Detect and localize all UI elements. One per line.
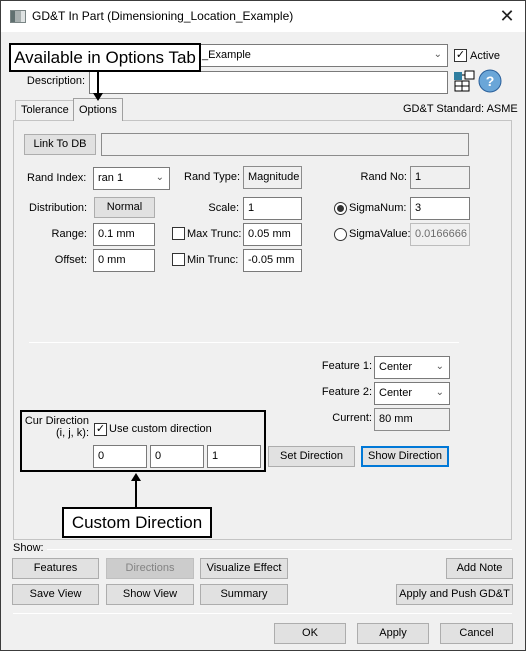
add-note-button[interactable]: Add Note (446, 558, 513, 579)
options-callout-arrow-line (97, 72, 99, 94)
rand-type-label: Rand Type: (184, 171, 241, 183)
gdt-standard-label: GD&T Standard: ASME (403, 103, 518, 115)
max-trunc-checkbox[interactable] (172, 227, 185, 240)
options-tab-callout: Available in Options Tab (9, 43, 201, 72)
title-bar: GD&T In Part (Dimensioning_Location_Exam… (1, 1, 525, 32)
checkmark-icon: ✓ (455, 49, 466, 61)
window-title: GD&T In Part (Dimensioning_Location_Exam… (32, 9, 294, 23)
sigma-num-label: SigmaNum: (349, 202, 407, 214)
scale-input[interactable]: 1 (243, 197, 302, 220)
show-view-button[interactable]: Show View (106, 584, 194, 605)
feature2-label: Feature 2: (321, 386, 372, 398)
summary-button[interactable]: Summary (200, 584, 288, 605)
gdt-name-value: _Example (202, 49, 251, 61)
apply-button[interactable]: Apply (357, 623, 429, 644)
close-icon[interactable]: ✕ (495, 5, 519, 27)
options-separator (29, 342, 459, 343)
rand-index-value: ran 1 (98, 172, 124, 184)
tab-tolerance[interactable]: Tolerance (15, 100, 75, 121)
cancel-button[interactable]: Cancel (440, 623, 513, 644)
feature1-value: Center (379, 361, 413, 373)
feature1-label: Feature 1: (321, 360, 372, 372)
gdt-symbol-icon[interactable] (453, 69, 477, 93)
show-label: Show: (13, 542, 44, 554)
set-direction-button[interactable]: Set Direction (268, 446, 355, 467)
current-label: Current: (332, 412, 372, 424)
link-to-db-field (101, 133, 469, 156)
chevron-down-icon: ⌄ (433, 49, 442, 60)
link-to-db-button[interactable]: Link To DB (24, 134, 96, 155)
min-trunc-checkbox[interactable] (172, 253, 185, 266)
svg-text:?: ? (486, 73, 495, 89)
show-direction-button[interactable]: Show Direction (361, 446, 449, 467)
app-icon (10, 10, 26, 23)
feature2-value: Center (379, 387, 413, 399)
feature2-select[interactable]: Center ⌄ (374, 382, 450, 405)
apply-and-push-button[interactable]: Apply and Push GD&T (396, 584, 513, 605)
chevron-down-icon: ⌄ (155, 172, 164, 183)
gdt-dialog: GD&T In Part (Dimensioning_Location_Exam… (0, 0, 526, 651)
min-trunc-label: Min Trunc: (187, 254, 239, 266)
save-view-button[interactable]: Save View (12, 584, 99, 605)
description-input[interactable] (89, 71, 448, 94)
active-label: Active (470, 50, 500, 62)
chevron-down-icon: ⌄ (435, 387, 444, 398)
active-checkbox[interactable]: ✓ (454, 49, 467, 62)
ok-button[interactable]: OK (274, 623, 346, 644)
range-label: Range: (51, 228, 87, 240)
feature1-select[interactable]: Center ⌄ (374, 356, 450, 379)
scale-label: Scale: (208, 202, 239, 214)
footer-separator (13, 613, 512, 614)
show-separator (47, 549, 512, 550)
distribution-label: Distribution: (29, 202, 88, 214)
directions-button: Directions (106, 558, 194, 579)
custom-direction-highlight (20, 410, 266, 472)
tab-options[interactable]: Options (73, 98, 123, 121)
offset-label: Offset: (54, 254, 87, 266)
sigma-value-input: 0.0166666 (410, 223, 470, 246)
offset-input[interactable]: 0 mm (93, 249, 155, 272)
help-icon[interactable]: ? (478, 69, 502, 93)
min-trunc-input[interactable]: -0.05 mm (243, 249, 302, 272)
custom-direction-arrow-line (135, 480, 137, 508)
rand-no-label: Rand No: (360, 171, 407, 183)
rand-no-field: 1 (410, 166, 470, 189)
visualize-effect-button[interactable]: Visualize Effect (200, 558, 288, 579)
sigma-num-radio[interactable] (334, 202, 347, 215)
max-trunc-label: Max Trunc: (187, 228, 242, 240)
rand-type-field: Magnitude (243, 166, 302, 189)
rand-index-label: Rand Index: (27, 172, 87, 184)
description-label: Description: (26, 75, 85, 87)
sigma-value-radio[interactable] (334, 228, 347, 241)
options-callout-arrowhead (93, 93, 103, 101)
features-button[interactable]: Features (12, 558, 99, 579)
distribution-button[interactable]: Normal (94, 197, 155, 218)
max-trunc-input[interactable]: 0.05 mm (243, 223, 302, 246)
sigma-value-label: SigmaValue: (349, 228, 411, 240)
current-field: 80 mm (374, 408, 450, 431)
chevron-down-icon: ⌄ (435, 361, 444, 372)
rand-index-select[interactable]: ran 1 ⌄ (93, 167, 170, 190)
custom-direction-callout: Custom Direction (62, 507, 212, 538)
range-input[interactable]: 0.1 mm (93, 223, 155, 246)
sigma-num-input[interactable]: 3 (410, 197, 470, 220)
